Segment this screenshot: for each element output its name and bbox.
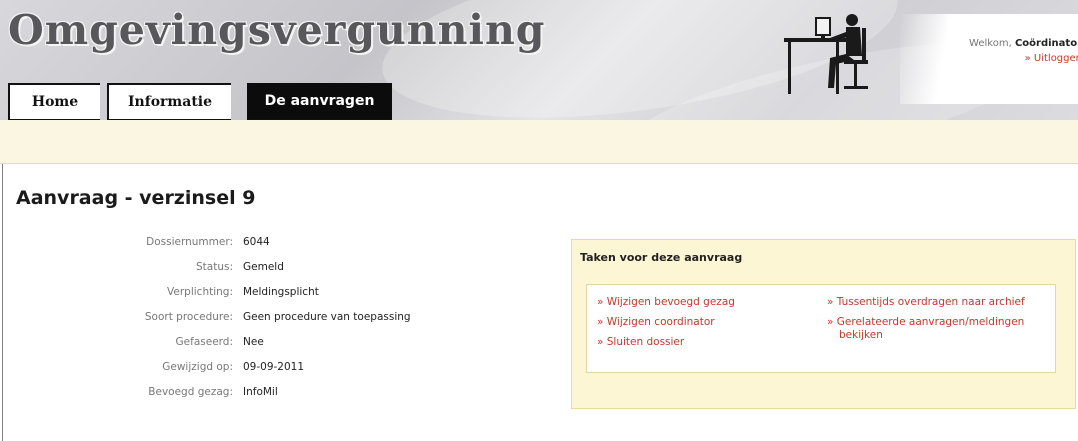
task-link-sluiten-dossier[interactable]: » Sluiten dossier: [597, 336, 684, 349]
tab-informatie[interactable]: Informatie: [107, 83, 231, 119]
detail-value: Gemeld: [243, 261, 284, 273]
detail-value: 09-09-2011: [243, 361, 305, 373]
tasks-header: Taken voor deze aanvraag: [580, 251, 743, 264]
tasks-list: » Wijzigen bevoegd gezag » Wijzigen coor…: [586, 284, 1056, 373]
detail-label: Gefaseerd:: [175, 336, 233, 348]
detail-label: Bevoegd gezag:: [148, 386, 233, 398]
desk-worker-illustration: [784, 14, 868, 94]
detail-row: Status: Gemeld: [0, 261, 460, 281]
main-content: Aanvraag - verzinsel 9 Dossiernummer: 60…: [0, 164, 1078, 441]
detail-value: Meldingsplicht: [243, 286, 319, 298]
detail-label: Dossiernummer:: [146, 236, 233, 248]
user-name: Coördinator: [1014, 38, 1078, 49]
detail-value: InfoMil: [243, 386, 278, 398]
task-link-gerelateerde-aanvragen-cont[interactable]: bekijken: [839, 329, 883, 342]
tab-home[interactable]: Home: [8, 83, 100, 119]
task-link-wijzigen-coordinator[interactable]: » Wijzigen coordinator: [597, 316, 715, 329]
detail-value: Geen procedure van toepassing: [243, 311, 411, 323]
sub-navigation-bar: [0, 120, 1078, 164]
site-header: Omgevingsvergunning Welkom, Coördinator …: [0, 0, 1078, 120]
detail-label: Verplichting:: [167, 286, 233, 298]
detail-row: Gewijzigd op: 09-09-2011: [0, 361, 460, 381]
welcome-label: Welkom,: [969, 38, 1012, 49]
task-link-wijzigen-bevoegd-gezag[interactable]: » Wijzigen bevoegd gezag: [597, 296, 735, 309]
detail-row: Soort procedure: Geen procedure van toep…: [0, 311, 460, 331]
detail-label: Gewijzigd op:: [162, 361, 233, 373]
tasks-panel: Taken voor deze aanvraag » Wijzigen bevo…: [571, 239, 1076, 409]
detail-value: 6044: [243, 236, 270, 248]
task-link-gerelateerde-aanvragen[interactable]: » Gerelateerde aanvragen/meldingen: [827, 316, 1024, 329]
app-title: Omgevingsvergunning: [8, 6, 546, 54]
detail-row: Gefaseerd: Nee: [0, 336, 460, 356]
detail-row: Verplichting: Meldingsplicht: [0, 286, 460, 306]
detail-row: Bevoegd gezag: InfoMil: [0, 386, 460, 406]
task-link-tussentijds-overdragen[interactable]: » Tussentijds overdragen naar archief: [827, 296, 1025, 309]
welcome-panel: Welkom, Coördinator » Uitloggen: [900, 14, 1078, 104]
detail-label: Soort procedure:: [144, 311, 233, 323]
page-title: Aanvraag - verzinsel 9: [16, 187, 256, 209]
logout-link[interactable]: » Uitloggen: [1025, 53, 1078, 64]
welcome-text: Welkom, Coördinator: [969, 38, 1078, 49]
tab-de-aanvragen[interactable]: De aanvragen: [247, 83, 392, 119]
detail-value: Nee: [243, 336, 264, 348]
detail-row: Dossiernummer: 6044: [0, 236, 460, 256]
detail-label: Status:: [196, 261, 233, 273]
